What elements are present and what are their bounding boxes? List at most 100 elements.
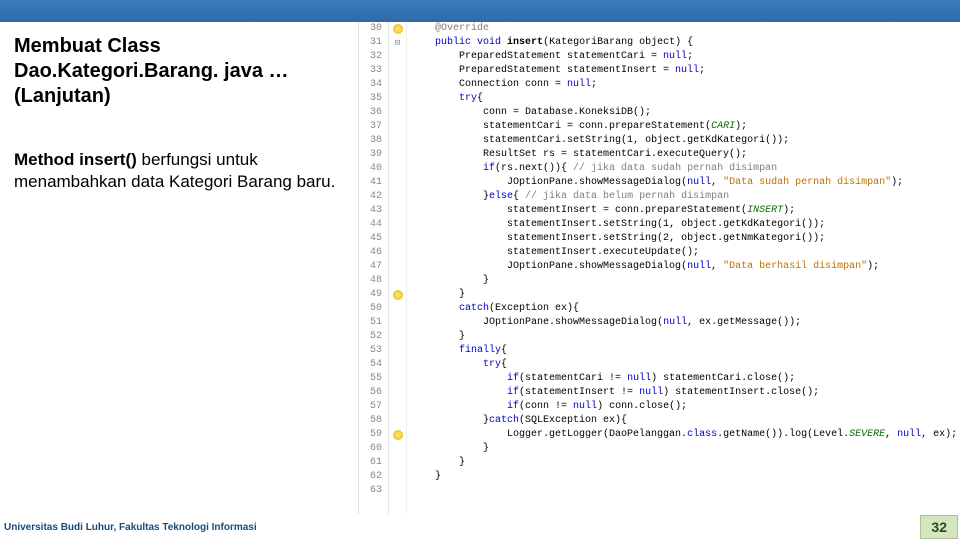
marker-cell: [389, 428, 406, 442]
marker-gutter: ⊟: [389, 22, 407, 514]
line-number: 35: [359, 92, 382, 106]
line-number: 62: [359, 470, 382, 484]
line-number: 44: [359, 218, 382, 232]
code-line[interactable]: conn = Database.KoneksiDB();: [411, 106, 960, 120]
lightbulb-icon[interactable]: [393, 290, 403, 300]
code-line[interactable]: if(statementInsert != null) statementIns…: [411, 386, 960, 400]
code-line[interactable]: statementInsert.setString(2, object.getN…: [411, 232, 960, 246]
marker-cell: [389, 176, 406, 190]
code-line[interactable]: statementCari.setString(1, object.getKdK…: [411, 134, 960, 148]
code-line[interactable]: }: [411, 442, 960, 456]
marker-cell: [389, 274, 406, 288]
slide-topbar: [0, 0, 960, 22]
code-line[interactable]: }: [411, 274, 960, 288]
slide-footer: Universitas Budi Luhur, Fakultas Teknolo…: [0, 514, 960, 540]
marker-cell: [389, 288, 406, 302]
line-number: 56: [359, 386, 382, 400]
code-line[interactable]: JOptionPane.showMessageDialog(null, "Dat…: [411, 176, 960, 190]
marker-cell: [389, 400, 406, 414]
marker-cell: [389, 148, 406, 162]
marker-cell: [389, 358, 406, 372]
code-line[interactable]: if(rs.next()){ // jika data sudah pernah…: [411, 162, 960, 176]
code-line[interactable]: [411, 484, 960, 498]
code-line[interactable]: ResultSet rs = statementCari.executeQuer…: [411, 148, 960, 162]
code-line[interactable]: PreparedStatement statementInsert = null…: [411, 64, 960, 78]
line-number: 30: [359, 22, 382, 36]
line-number: 54: [359, 358, 382, 372]
line-number: 39: [359, 148, 382, 162]
page-number: 32: [920, 515, 958, 539]
marker-cell: [389, 344, 406, 358]
code-line[interactable]: }: [411, 456, 960, 470]
line-number: 43: [359, 204, 382, 218]
line-number-gutter: 3031323334353637383940414243444546474849…: [359, 22, 389, 514]
code-area[interactable]: @Override public void insert(KategoriBar…: [407, 22, 960, 514]
code-line[interactable]: }else{ // jika data belum pernah disimpa…: [411, 190, 960, 204]
lightbulb-icon[interactable]: [393, 430, 403, 440]
code-line[interactable]: statementCari = conn.prepareStatement(CA…: [411, 120, 960, 134]
line-number: 51: [359, 316, 382, 330]
marker-cell: [389, 484, 406, 498]
code-line[interactable]: JOptionPane.showMessageDialog(null, "Dat…: [411, 260, 960, 274]
slide-title: Membuat Class Dao.Kategori.Barang. java …: [14, 34, 344, 109]
marker-cell: [389, 120, 406, 134]
line-number: 60: [359, 442, 382, 456]
line-number: 61: [359, 456, 382, 470]
line-number: 42: [359, 190, 382, 204]
line-number: 59: [359, 428, 382, 442]
code-line[interactable]: catch(Exception ex){: [411, 302, 960, 316]
line-number: 53: [359, 344, 382, 358]
code-line[interactable]: statementInsert.executeUpdate();: [411, 246, 960, 260]
marker-cell: [389, 92, 406, 106]
marker-cell: [389, 456, 406, 470]
marker-cell: [389, 64, 406, 78]
line-number: 63: [359, 484, 382, 498]
line-number: 46: [359, 246, 382, 260]
code-line[interactable]: public void insert(KategoriBarang object…: [411, 36, 960, 50]
line-number: 40: [359, 162, 382, 176]
code-line[interactable]: Connection conn = null;: [411, 78, 960, 92]
code-line[interactable]: }: [411, 330, 960, 344]
code-line[interactable]: }: [411, 288, 960, 302]
marker-cell: [389, 330, 406, 344]
marker-cell: [389, 218, 406, 232]
line-number: 58: [359, 414, 382, 428]
fold-icon[interactable]: ⊟: [395, 36, 400, 50]
line-number: 52: [359, 330, 382, 344]
marker-cell: [389, 316, 406, 330]
marker-cell: [389, 386, 406, 400]
footer-university: Universitas Budi Luhur, Fakultas Teknolo…: [2, 522, 257, 533]
marker-cell: [389, 414, 406, 428]
code-editor[interactable]: 3031323334353637383940414243444546474849…: [358, 22, 960, 514]
marker-cell: [389, 204, 406, 218]
marker-cell: [389, 162, 406, 176]
line-number: 34: [359, 78, 382, 92]
code-line[interactable]: statementInsert = conn.prepareStatement(…: [411, 204, 960, 218]
code-line[interactable]: JOptionPane.showMessageDialog(null, ex.g…: [411, 316, 960, 330]
lightbulb-icon[interactable]: [393, 24, 403, 34]
code-line[interactable]: @Override: [411, 22, 960, 36]
method-description: Method insert() berfungsi untuk menambah…: [14, 149, 344, 193]
code-line[interactable]: }catch(SQLException ex){: [411, 414, 960, 428]
marker-cell: [389, 372, 406, 386]
marker-cell: [389, 470, 406, 484]
code-line[interactable]: try{: [411, 358, 960, 372]
title-line1: Membuat Class: [14, 35, 161, 57]
code-line[interactable]: if(statementCari != null) statementCari.…: [411, 372, 960, 386]
code-line[interactable]: try{: [411, 92, 960, 106]
code-line[interactable]: finally{: [411, 344, 960, 358]
title-line3: (Lanjutan): [14, 85, 111, 107]
line-number: 48: [359, 274, 382, 288]
code-line[interactable]: statementInsert.setString(1, object.getK…: [411, 218, 960, 232]
line-number: 49: [359, 288, 382, 302]
code-line[interactable]: PreparedStatement statementCari = null;: [411, 50, 960, 64]
line-number: 37: [359, 120, 382, 134]
code-line[interactable]: if(conn != null) conn.close();: [411, 400, 960, 414]
code-line[interactable]: }: [411, 470, 960, 484]
marker-cell: ⊟: [389, 36, 406, 50]
line-number: 45: [359, 232, 382, 246]
line-number: 31: [359, 36, 382, 50]
code-line[interactable]: Logger.getLogger(DaoPelanggan.class.getN…: [411, 428, 960, 442]
marker-cell: [389, 442, 406, 456]
marker-cell: [389, 232, 406, 246]
